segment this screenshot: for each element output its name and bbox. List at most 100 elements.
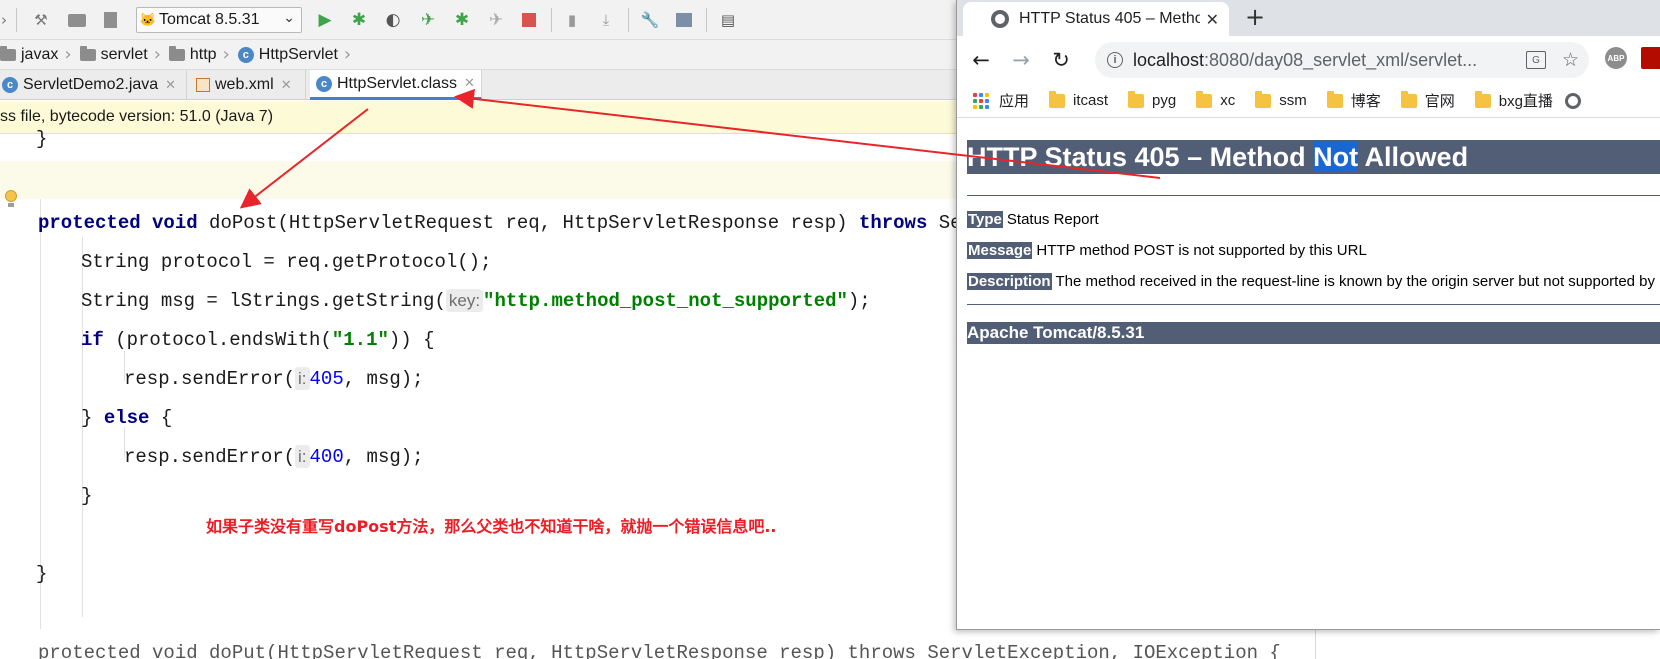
bookmark-blog[interactable]: 博客 — [1326, 90, 1381, 111]
bookmark-label: 博客 — [1350, 93, 1381, 110]
title-text: HTTP Status 405 – Method — [967, 142, 1314, 172]
bookmark-bxg-live[interactable]: bxg直播 — [1474, 90, 1553, 111]
project-structure-icon[interactable] — [100, 10, 120, 30]
breadcrumb-item-servlet[interactable]: servlet › — [79, 40, 169, 70]
lightbulb-icon[interactable] — [4, 190, 18, 208]
bookmark-apps[interactable]: 应用 — [957, 90, 1029, 111]
close-icon[interactable]: ✕ — [464, 76, 475, 91]
coverage-icon[interactable]: ◐ — [383, 10, 403, 30]
star-icon[interactable]: ☆ — [1562, 49, 1579, 71]
close-icon[interactable]: ✕ — [281, 78, 292, 93]
close-icon[interactable]: ✕ — [165, 78, 176, 93]
open-folder-icon[interactable] — [66, 10, 88, 30]
keyword: else — [103, 407, 150, 429]
code-line-if: if (protocol.endsWith("1.1")) { — [81, 321, 434, 359]
toolbar-separator — [16, 8, 17, 32]
code-line-signature: protected void doPost(HttpServletRequest… — [38, 204, 973, 242]
sdk-icon[interactable]: ▤ — [718, 10, 738, 30]
folder-icon — [1326, 90, 1343, 108]
bookmark-label: xc — [1220, 92, 1236, 109]
breadcrumb-item-http[interactable]: http › — [168, 40, 238, 70]
code-text: protected void doPut(HttpServletRequest … — [38, 642, 1281, 659]
breadcrumb-label: HttpServlet — [258, 45, 338, 63]
message-value: HTTP method POST is not supported by thi… — [1036, 242, 1367, 259]
tab-label: ServletDemo2.java — [23, 76, 159, 93]
url-path: :8080/day08_servlet_xml/servlet... — [1204, 49, 1478, 70]
breadcrumb-separator-icon: › — [153, 44, 161, 65]
url-text[interactable]: localhost:8080/day08_servlet_xml/servlet… — [1133, 50, 1526, 71]
debug-icon[interactable]: ✱ — [349, 10, 369, 30]
attach-icon[interactable]: ✈ — [485, 10, 507, 30]
code-text: { — [149, 407, 173, 429]
reload-icon[interactable]: ↻ — [1049, 48, 1073, 72]
stop-icon[interactable] — [520, 10, 538, 30]
code-line-protocol: String protocol = req.getProtocol(); — [81, 243, 491, 281]
annotation-text: 如果子类没有重写doPost方法，那么父类也不知道干啥，就抛一个错误信息吧.. — [206, 517, 777, 536]
code-line-else: } else { — [81, 399, 172, 437]
number-literal: 405 — [309, 368, 344, 390]
jrebel-run-icon[interactable]: ✈ — [417, 10, 439, 30]
browser-tab[interactable]: HTTP Status 405 – Method Nc ✕ — [963, 2, 1229, 36]
code-text: ); — [847, 290, 871, 312]
bookmark-itcast[interactable]: itcast — [1049, 90, 1108, 109]
globe-icon — [991, 10, 1009, 28]
bookmark-label: 应用 — [999, 93, 1030, 110]
code-line-close-method: } — [36, 555, 47, 593]
globe-icon[interactable] — [1564, 92, 1581, 109]
back-arrow-icon[interactable]: ← — [969, 48, 993, 72]
bookmark-label: bxg直播 — [1498, 93, 1553, 110]
info-icon[interactable]: i — [1107, 52, 1123, 68]
tab-web-xml[interactable]: web.xml ✕ — [190, 70, 306, 100]
divider — [967, 195, 1660, 196]
bookmark-xc[interactable]: xc — [1196, 90, 1236, 109]
code-text: } — [81, 407, 104, 429]
code-text: } — [36, 128, 48, 150]
code-line-partial: protected void doPut(HttpServletRequest … — [38, 634, 1281, 659]
ide-toolbar: › ⚒ 🐱 Tomcat 8.5.31 ⌄ ▶ ✱ ◐ ✈ ✱ ✈ ▮ ⤓ 🔧 — [0, 0, 960, 40]
keyword: if — [81, 329, 104, 351]
jrebel-debug-icon[interactable]: ✱ — [451, 10, 473, 30]
run-configuration-select[interactable]: 🐱 Tomcat 8.5.31 ⌄ — [136, 7, 302, 33]
bookmark-pyg[interactable]: pyg — [1128, 90, 1177, 109]
tomcat-icon: 🐱 — [139, 12, 157, 27]
breadcrumb-item-httpservlet[interactable]: c HttpServlet › — [237, 40, 359, 70]
project-structure-icon[interactable] — [674, 10, 694, 30]
build-hammer-icon[interactable]: ⚒ — [30, 10, 52, 30]
forward-arrow-icon[interactable]: › — [0, 10, 12, 30]
breadcrumb-item-javax[interactable]: javax › — [0, 40, 80, 70]
breadcrumb-separator-icon: › — [343, 44, 352, 65]
folder-icon — [1128, 90, 1145, 108]
folder-icon — [1255, 90, 1272, 108]
pdf-extension-icon[interactable] — [1641, 47, 1660, 69]
run-icon[interactable]: ▶ — [315, 10, 335, 30]
keyword: throws — [858, 212, 928, 234]
title-text: Allowed — [1358, 142, 1469, 172]
download-icon[interactable]: ⤓ — [596, 10, 616, 30]
new-tab-icon[interactable]: + — [1240, 2, 1270, 32]
code-text: resp.sendError( — [124, 368, 296, 390]
settings-wrench-icon[interactable]: 🔧 — [640, 10, 660, 30]
server-footer: Apache Tomcat/8.5.31 — [967, 322, 1660, 344]
class-icon: c — [237, 46, 254, 63]
folder-icon — [1474, 90, 1491, 108]
breadcrumb-separator-icon: › — [64, 44, 72, 65]
build-artifacts-icon[interactable]: ▮ — [562, 10, 582, 30]
breadcrumb-label: javax — [21, 45, 59, 63]
bookmark-ssm[interactable]: ssm — [1255, 90, 1307, 109]
tab-label: HttpServlet.class — [337, 74, 458, 92]
browser-tab-title: HTTP Status 405 – Method Nc — [1019, 10, 1200, 27]
bookmark-label: 官网 — [1424, 93, 1455, 110]
address-bar[interactable]: i localhost:8080/day08_servlet_xml/servl… — [1095, 42, 1589, 78]
current-line-highlight — [0, 161, 960, 199]
browser-tab-strip: HTTP Status 405 – Method Nc ✕ + — [957, 0, 1660, 36]
forward-arrow-icon[interactable]: → — [1009, 48, 1033, 72]
run-configuration-label: Tomcat 8.5.31 — [159, 11, 260, 28]
close-icon[interactable]: ✕ — [1206, 10, 1219, 29]
bookmark-official[interactable]: 官网 — [1400, 90, 1455, 111]
type-label: Type — [967, 211, 1003, 228]
bookmark-label: pyg — [1152, 92, 1177, 109]
tab-httpservlet-class[interactable]: c HttpServlet.class ✕ — [310, 70, 482, 100]
adblock-icon[interactable]: ABP — [1605, 47, 1627, 69]
tab-servletdemo2-java[interactable]: c ServletDemo2.java ✕ — [0, 70, 187, 100]
translate-icon[interactable]: G — [1525, 51, 1546, 69]
